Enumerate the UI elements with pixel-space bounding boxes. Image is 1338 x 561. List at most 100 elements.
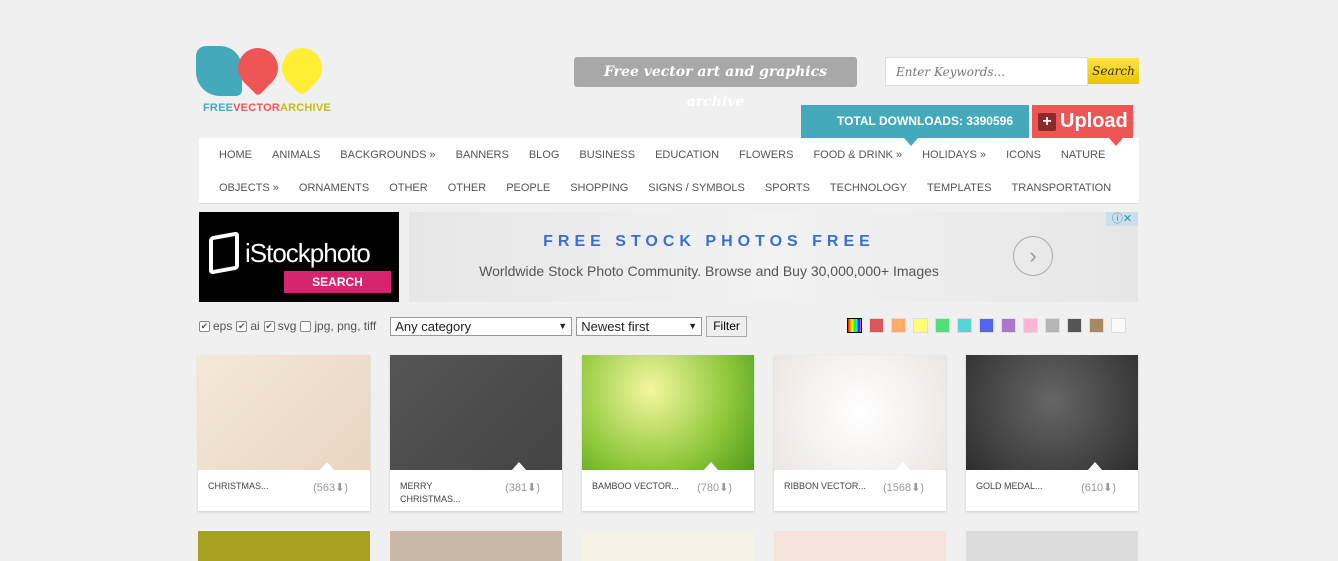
ad-close-icon[interactable]: ⓘ✕: [1106, 212, 1138, 226]
dropdown-arrow-icon: ▼: [688, 321, 698, 331]
nav-item[interactable]: SIGNS / SYMBOLS: [648, 182, 745, 194]
nav-item[interactable]: ICONS: [1006, 149, 1041, 161]
download-count: (610⬇): [1081, 482, 1116, 494]
format-checkbox[interactable]: [300, 320, 312, 332]
format-checkbox[interactable]: ✔: [263, 320, 275, 332]
nav-item[interactable]: BUSINESS: [579, 149, 635, 161]
notch: [1088, 462, 1102, 470]
vector-card[interactable]: BAMBOO VECTOR... (780⬇): [582, 355, 754, 511]
sort-select[interactable]: Newest first ▼: [576, 316, 703, 336]
pointer: [904, 138, 918, 146]
format-label: svg: [277, 319, 297, 333]
nav-item[interactable]: SHOPPING: [570, 182, 628, 194]
color-swatch[interactable]: [1045, 318, 1060, 333]
nav-item[interactable]: BANNERS: [456, 149, 509, 161]
card-title[interactable]: BAMBOO VECTOR...: [592, 480, 682, 493]
ad-headline: FREE STOCK PHOTOS FREE: [543, 233, 875, 250]
thumbnail[interactable]: [198, 531, 370, 561]
logo-heart-blue: [196, 46, 242, 96]
notch: [512, 462, 526, 470]
nav-item[interactable]: OTHER: [448, 182, 487, 194]
thumbnail[interactable]: [582, 355, 754, 470]
thumbnail[interactable]: [390, 531, 562, 561]
color-swatch[interactable]: [935, 318, 950, 333]
rainbow-swatch[interactable]: [847, 318, 862, 333]
color-swatch[interactable]: [913, 318, 928, 333]
nav-item[interactable]: BLOG: [529, 149, 560, 161]
color-filter: [847, 318, 1126, 333]
category-select[interactable]: Any category ▼: [390, 316, 573, 336]
nav-item[interactable]: BACKGROUNDS »: [340, 149, 435, 161]
thumbnail[interactable]: [774, 355, 946, 470]
nav-item[interactable]: FOOD & DRINK »: [813, 149, 902, 161]
color-swatch[interactable]: [1089, 318, 1104, 333]
thumbnail[interactable]: [198, 355, 370, 470]
download-count: (381⬇): [505, 482, 540, 494]
filter-button[interactable]: Filter: [706, 315, 747, 337]
notch: [896, 462, 910, 470]
tagline: Free vector art and graphics archive: [574, 57, 857, 110]
upload-button[interactable]: + Upload: [1032, 105, 1133, 138]
nav-item[interactable]: TRANSPORTATION: [1012, 182, 1112, 194]
nav-item[interactable]: FLOWERS: [739, 149, 793, 161]
format-checkbox[interactable]: ✔: [236, 320, 248, 332]
ad-subtext: Worldwide Stock Photo Community. Browse …: [479, 263, 939, 279]
nav-item[interactable]: OTHER: [389, 182, 428, 194]
vector-card[interactable]: CHRISTMAS... (563⬇): [198, 355, 370, 511]
istock-ad[interactable]: iStockphoto SEARCH: [199, 212, 399, 302]
main-nav: HOME ANIMALS BACKGROUNDS » BANNERS BLOG BUSIN…: [199, 138, 1139, 204]
format-label: eps: [213, 319, 233, 333]
card-title[interactable]: CHRISTMAS...: [208, 480, 298, 493]
logo-part: FREE: [203, 102, 234, 114]
sort-value: Newest first: [581, 318, 650, 334]
card-title[interactable]: MERRY CHRISTMAS...: [400, 480, 490, 506]
color-swatch[interactable]: [869, 318, 884, 333]
format-checkbox[interactable]: ✔: [199, 320, 210, 332]
format-label: jpg, png, tiff: [314, 319, 377, 333]
nav-item[interactable]: ANIMALS: [272, 149, 320, 161]
logo-part: VECTOR: [233, 102, 280, 114]
ad-banner[interactable]: FREE STOCK PHOTOS FREE Worldwide Stock P…: [409, 212, 1138, 302]
vector-card[interactable]: GOLD MEDAL... (610⬇): [966, 355, 1138, 511]
nav-item[interactable]: TECHNOLOGY: [830, 182, 907, 194]
ad-search-button[interactable]: SEARCH: [284, 271, 391, 293]
thumbnail[interactable]: [582, 531, 754, 561]
camera-icon: [209, 231, 239, 275]
search-button[interactable]: Search: [1088, 58, 1139, 84]
nav-item[interactable]: OBJECTS »: [219, 182, 279, 194]
thumbnail[interactable]: [774, 531, 946, 561]
nav-item[interactable]: EDUCATION: [655, 149, 719, 161]
nav-item[interactable]: NATURE: [1061, 149, 1105, 161]
nav-item[interactable]: ORNAMENTS: [299, 182, 369, 194]
logo-heart-yellow: [273, 39, 331, 97]
dropdown-arrow-icon: ▼: [558, 321, 568, 331]
nav-item[interactable]: HOLIDAYS »: [922, 149, 986, 161]
upload-label: Upload: [1060, 110, 1128, 132]
nav-item[interactable]: HOME: [219, 149, 252, 161]
pointer: [1109, 138, 1123, 146]
download-count: (1568⬇): [882, 482, 924, 494]
color-swatch[interactable]: [1067, 318, 1082, 333]
color-swatch[interactable]: [957, 318, 972, 333]
nav-item[interactable]: PEOPLE: [506, 182, 550, 194]
color-swatch[interactable]: [1023, 318, 1038, 333]
color-swatch[interactable]: [891, 318, 906, 333]
card-title[interactable]: RIBBON VECTOR...: [784, 480, 874, 493]
vector-card[interactable]: RIBBON VECTOR... (1568⬇): [774, 355, 946, 511]
chevron-right-icon[interactable]: ›: [1013, 236, 1053, 276]
notch: [320, 462, 334, 470]
ad-brand: iStockphoto: [245, 238, 371, 268]
color-swatch[interactable]: [979, 318, 994, 333]
search-input[interactable]: [885, 57, 1088, 86]
vector-card[interactable]: MERRY CHRISTMAS... (381⬇): [390, 355, 562, 511]
download-count: (563⬇): [313, 482, 348, 494]
thumbnail[interactable]: [390, 355, 562, 470]
nav-item[interactable]: TEMPLATES: [927, 182, 992, 194]
thumbnail[interactable]: [966, 531, 1138, 561]
color-swatch[interactable]: [1001, 318, 1016, 333]
logo-text: FREEVECTORARCHIVE: [203, 102, 331, 114]
thumbnail[interactable]: [966, 355, 1138, 470]
nav-item[interactable]: SPORTS: [765, 182, 810, 194]
card-title[interactable]: GOLD MEDAL...: [976, 480, 1066, 493]
color-swatch[interactable]: [1111, 318, 1126, 333]
